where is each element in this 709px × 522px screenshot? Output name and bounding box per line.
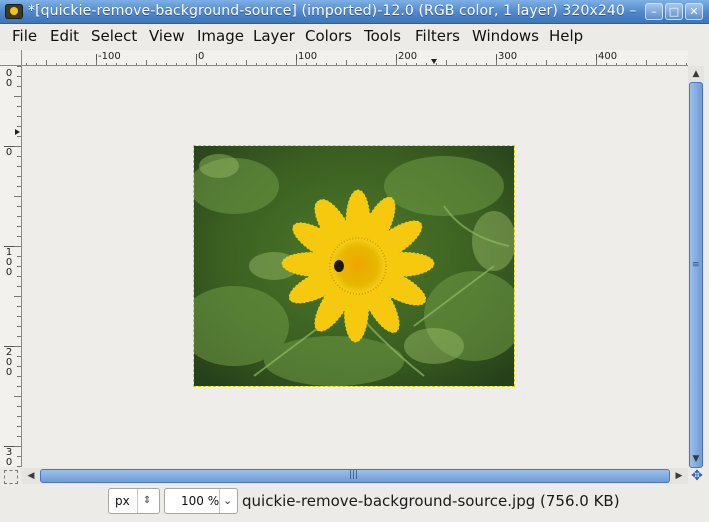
horizontal-ruler-ticks (26, 54, 687, 65)
horizontal-scrollbar[interactable]: ◀ ||| ▶ (22, 468, 688, 484)
zoom-selector[interactable]: 100 % ⌄ (164, 488, 238, 514)
menu-image[interactable]: Image (197, 27, 244, 45)
menu-help[interactable]: Help (549, 27, 583, 45)
ruler-label: 400 (598, 51, 618, 62)
scroll-up-icon[interactable]: ▲ (689, 67, 703, 81)
unit-selector[interactable]: px ⇕ (108, 488, 160, 514)
ruler-label: 200 (5, 347, 13, 378)
ruler-label: 300 (5, 447, 13, 468)
chevron-down-icon[interactable]: ⌄ (223, 489, 232, 513)
grip-icon: ≡ (692, 260, 700, 270)
unit-value: px (115, 494, 130, 508)
vertical-scroll-thumb[interactable] (689, 82, 703, 468)
statusbar: px ⇕ 100 % ⌄ quickie-remove-background-s… (0, 486, 709, 522)
menu-colors[interactable]: Colors (305, 27, 352, 45)
file-info: quickie-remove-background-source.jpg (75… (242, 492, 620, 510)
navigate-icon[interactable]: ✥ (689, 468, 705, 484)
grip-icon: ||| (349, 470, 359, 480)
menu-filters[interactable]: Filters (415, 27, 460, 45)
menu-select[interactable]: Select (91, 27, 137, 45)
vertical-scrollbar[interactable]: ▲ ≡ ▼ (688, 66, 704, 468)
ruler-label: -100 (5, 66, 13, 89)
ruler-label: 0 (198, 51, 205, 62)
scroll-left-icon[interactable]: ◀ (24, 469, 38, 483)
minimize-button[interactable]: – (645, 3, 663, 20)
image-layer[interactable] (193, 145, 515, 387)
zoom-value[interactable]: 100 % (181, 489, 219, 513)
flower-image (194, 146, 514, 386)
scroll-right-icon[interactable]: ▶ (672, 469, 686, 483)
gimp-icon[interactable] (5, 4, 23, 19)
scroll-down-icon[interactable]: ▼ (689, 452, 703, 466)
window-title: *[quickie-remove-background-source] (imp… (28, 3, 637, 19)
vertical-ruler[interactable]: -100 0 100 200 300 (0, 66, 22, 467)
updown-icon[interactable]: ⇕ (143, 489, 151, 513)
ruler-label: 100 (298, 51, 318, 62)
menubar: File Edit Select View Image Layer Colors… (0, 24, 709, 49)
ruler-label: 300 (498, 51, 518, 62)
menu-layer[interactable]: Layer (253, 27, 295, 45)
ruler-label: 200 (398, 51, 418, 62)
window-titlebar[interactable]: *[quickie-remove-background-source] (imp… (0, 0, 709, 24)
ruler-label: -100 (98, 51, 121, 62)
ruler-label: 100 (5, 247, 13, 278)
horizontal-ruler[interactable]: -100 0 100 200 300 400 (22, 50, 688, 66)
maximize-button[interactable]: □ (665, 3, 683, 20)
menu-file[interactable]: File (12, 27, 37, 45)
menu-tools[interactable]: Tools (364, 27, 401, 45)
menu-view[interactable]: View (149, 27, 185, 45)
close-button[interactable]: ✕ (685, 3, 703, 20)
ruler-corner (0, 50, 22, 66)
ruler-label: 0 (5, 147, 13, 158)
image-canvas[interactable] (22, 66, 688, 467)
menu-edit[interactable]: Edit (50, 27, 79, 45)
quick-mask-icon[interactable] (4, 470, 18, 484)
menu-windows[interactable]: Windows (472, 27, 539, 45)
